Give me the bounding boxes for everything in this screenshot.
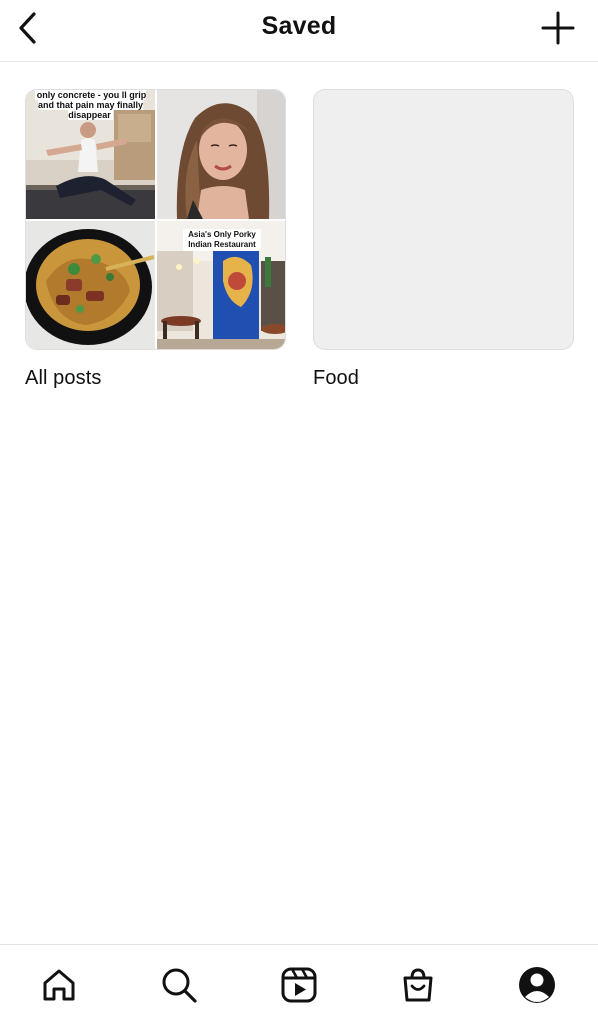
bottom-tab-bar xyxy=(0,944,598,1024)
thumbnail-portrait xyxy=(157,90,285,219)
tab-shop[interactable] xyxy=(398,965,438,1005)
saved-screen: Saved only concrete - you ll grip and th… xyxy=(0,0,598,1024)
tab-profile[interactable] xyxy=(517,965,557,1005)
profile-icon xyxy=(519,967,555,1003)
tab-home[interactable] xyxy=(39,965,79,1005)
collection-all-posts[interactable]: only concrete - you ll grip and that pai… xyxy=(25,89,286,390)
thumbnail-caption: Asia's Only Porky Indian Restaurant xyxy=(183,229,261,251)
reels-icon xyxy=(281,967,317,1003)
tab-reels[interactable] xyxy=(279,965,319,1005)
collection-food[interactable]: Food xyxy=(313,89,574,390)
collection-name: Food xyxy=(313,367,359,389)
search-icon xyxy=(162,968,197,1003)
new-collection-button[interactable] xyxy=(536,6,580,50)
thumbnail-caption: only concrete - you ll grip and that pai… xyxy=(34,90,147,120)
collection-cover-empty xyxy=(313,89,574,350)
thumbnail-yoga: only concrete - you ll grip and that pai… xyxy=(26,90,155,219)
noodle-bowl-photo xyxy=(26,221,155,349)
collection-name: All posts xyxy=(25,367,102,389)
thumbnail-noodles xyxy=(26,221,155,349)
shop-icon xyxy=(403,968,433,1002)
home-icon xyxy=(43,969,75,1001)
collection-cover: only concrete - you ll grip and that pai… xyxy=(25,89,286,350)
thumbnail-restaurant: Asia's Only Porky Indian Restaurant xyxy=(157,221,285,349)
header: Saved xyxy=(0,0,598,62)
plus-icon xyxy=(541,11,575,45)
tab-search[interactable] xyxy=(159,965,199,1005)
page-title: Saved xyxy=(261,12,337,40)
woman-portrait-photo xyxy=(157,90,285,219)
